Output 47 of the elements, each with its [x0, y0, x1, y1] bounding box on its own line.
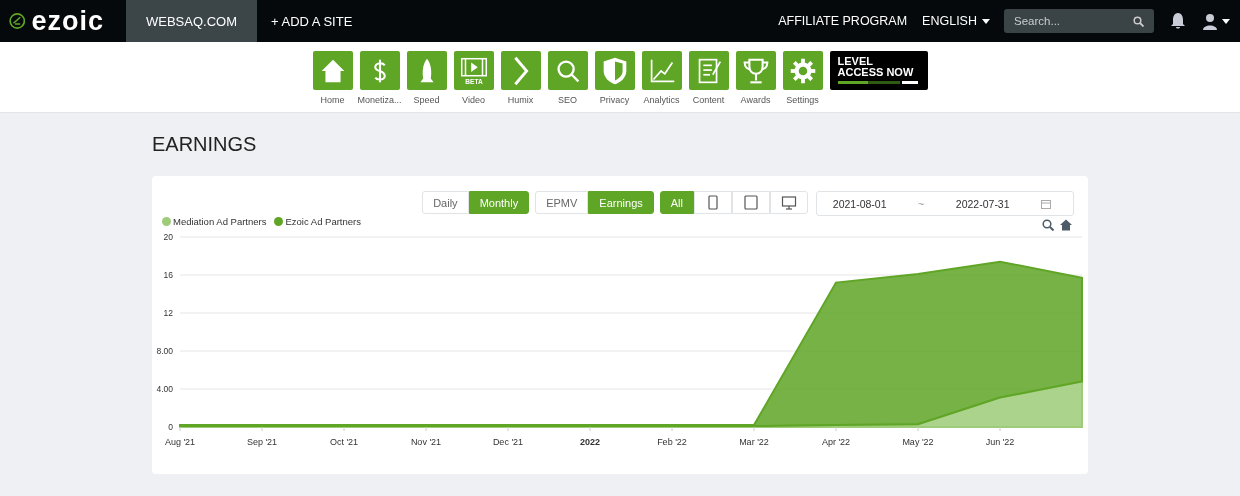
x-tick-label: Mar '22	[739, 437, 769, 447]
caret-icon[interactable]	[982, 18, 990, 24]
home-icon[interactable]	[1060, 219, 1072, 231]
x-tick-label: Aug '21	[164, 437, 196, 447]
x-tick-label: Feb '22	[657, 437, 687, 447]
y-tick-label: 4.00	[156, 384, 173, 394]
phone-icon	[705, 195, 721, 210]
y-tick-label: 0	[168, 422, 173, 432]
start-date: 2021-08-01	[832, 197, 887, 210]
logo-icon	[9, 10, 26, 32]
range-separator: ~	[918, 197, 925, 210]
language-menu[interactable]: ENGLISH	[922, 14, 977, 28]
date-range-field[interactable]: 2021-08-01 ~ 2022-07-31	[816, 191, 1074, 216]
y-tick-label: 16	[163, 270, 173, 280]
device-filter[interactable]	[770, 191, 808, 214]
logo-text[interactable]: ezoic	[31, 7, 104, 35]
metric-toggle[interactable]: EPMV	[535, 191, 589, 214]
search-icon[interactable]	[1133, 16, 1144, 27]
user-icon[interactable]	[1202, 12, 1218, 30]
y-tick-label: 8.00	[156, 346, 173, 356]
page-title: EARNINGS	[152, 133, 258, 157]
device-filter[interactable]	[732, 191, 770, 214]
x-tick-label: May '22	[902, 437, 934, 447]
desktop-icon	[781, 195, 797, 210]
period-toggle[interactable]: Daily	[422, 191, 469, 214]
search-field[interactable]: Search...	[1004, 9, 1154, 33]
y-tick-label: 12	[163, 308, 173, 318]
x-tick-label: Apr '22	[821, 437, 851, 447]
legend-label[interactable]: Ezoic Ad Partners	[285, 216, 361, 227]
x-tick-label: Sep '21	[246, 437, 278, 447]
x-tick-label: Dec '21	[492, 437, 524, 447]
caret-icon[interactable]	[1222, 18, 1230, 24]
tablet-icon	[743, 195, 759, 210]
x-tick-label: Nov '21	[410, 437, 442, 447]
end-date: 2022-07-31	[955, 197, 1010, 210]
site-tab[interactable]: WEBSAQ.COM	[126, 0, 257, 42]
device-filter[interactable]	[694, 191, 732, 214]
zoom-icon[interactable]	[1042, 219, 1054, 231]
legend-label[interactable]: Mediation Ad Partners	[173, 216, 267, 227]
level-access-banner[interactable]: LEVEL ACCESS NOW	[829, 51, 928, 90]
bell-icon[interactable]	[1170, 12, 1186, 30]
x-tick-label: 2022	[580, 437, 600, 447]
x-tick-label: Jun '22	[985, 437, 1015, 447]
x-tick-label: Oct '21	[329, 437, 359, 447]
add-site-link[interactable]: + ADD A SITE	[257, 13, 367, 29]
affiliate-link[interactable]: AFFILIATE PROGRAM	[778, 14, 908, 28]
y-tick-label: 20	[163, 232, 173, 242]
